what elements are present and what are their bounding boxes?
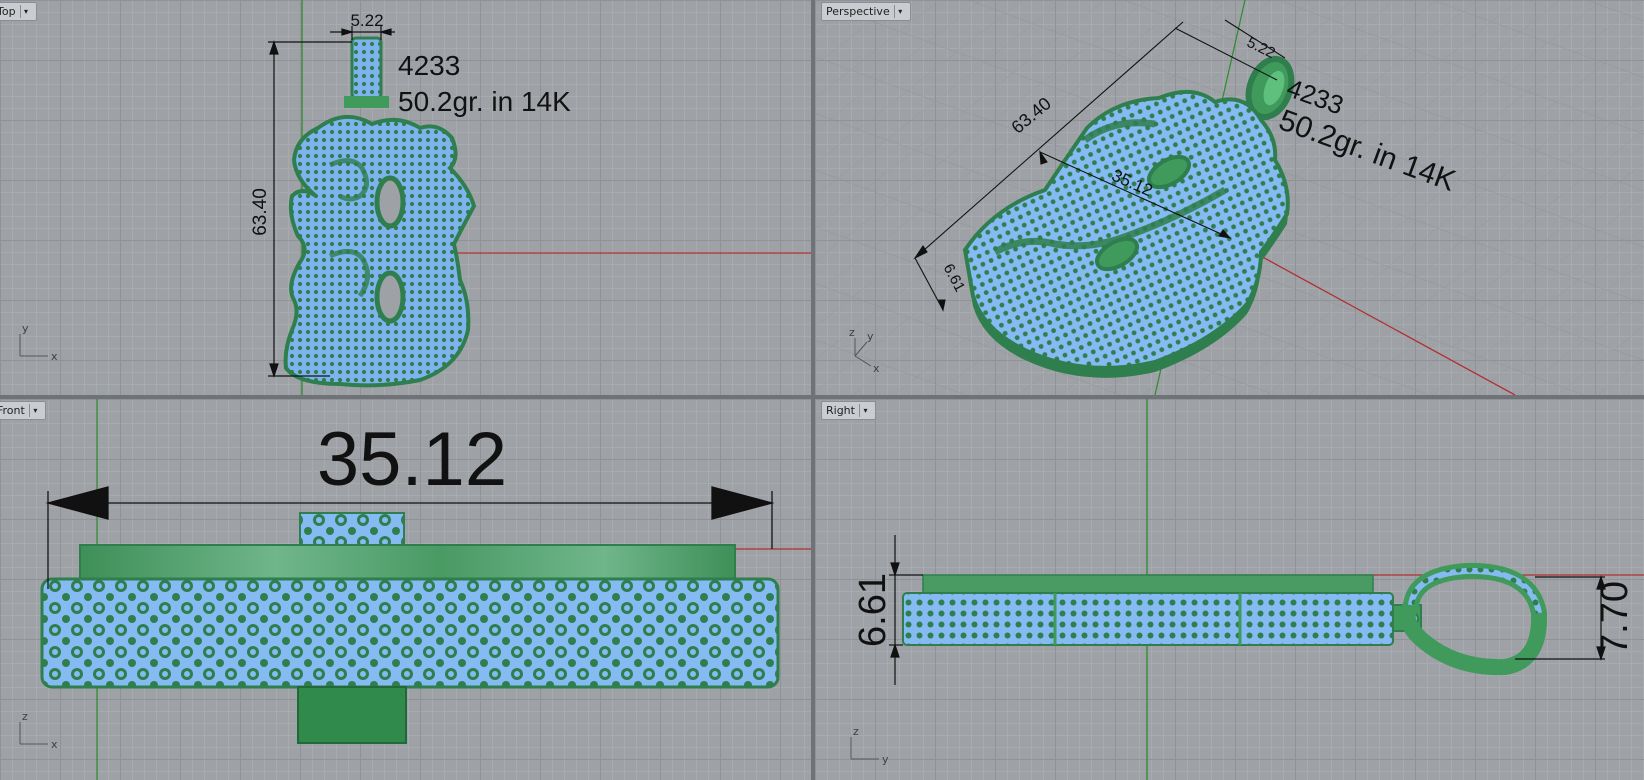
top-axis-label-a: y — [22, 322, 29, 335]
right-dim-bail-height: 7.70 — [1594, 581, 1636, 655]
viewport-tab-label: Front — [0, 404, 25, 417]
top-axis-indicator — [19, 334, 48, 357]
viewport-tab-top[interactable]: Top ▾ — [0, 2, 37, 21]
caret-down-icon[interactable]: ▾ — [893, 5, 906, 18]
top-dim-bail-width: 5.22 — [350, 11, 383, 30]
top-weight-label: 50.2gr. in 14K — [398, 86, 571, 117]
front-view-canvas[interactable]: 35.12 z x — [0, 399, 811, 780]
right-view-canvas[interactable]: 6.61 7.70 z y — [815, 399, 1644, 780]
front-axis-indicator — [19, 722, 48, 745]
top-view-canvas[interactable]: 63.40 5.22 4233 50.2gr. in 14K y x — [0, 0, 811, 395]
viewport-front[interactable]: 35.12 z x Front ▾ — [0, 399, 811, 780]
perspective-view-canvas[interactable]: 63.40 35.12 6.61 5.22 4233 50.2gr. in 14… — [815, 0, 1644, 395]
persp-axis-label-c: x — [873, 362, 880, 375]
top-axis-label-b: x — [51, 350, 58, 363]
bail-connector — [344, 96, 389, 108]
viewport-tab-perspective[interactable]: Perspective ▾ — [821, 2, 911, 21]
viewport-perspective[interactable]: 63.40 35.12 6.61 5.22 4233 50.2gr. in 14… — [815, 0, 1644, 395]
viewport-tab-label: Top — [0, 5, 16, 18]
right-gem-band — [902, 592, 1394, 646]
persp-axis-label-b: y — [867, 330, 874, 343]
caret-down-icon[interactable]: ▾ — [28, 404, 41, 417]
right-axis-label-a: z — [853, 725, 859, 738]
pendant-top-body — [283, 115, 477, 388]
bail-top — [350, 36, 383, 100]
front-gem-band — [40, 577, 780, 689]
viewport-tab-right[interactable]: Right ▾ — [821, 401, 876, 420]
viewport-top[interactable]: 63.40 5.22 4233 50.2gr. in 14K y x Top ▾ — [0, 0, 811, 395]
right-axis-indicator — [850, 737, 879, 760]
viewport-tab-front[interactable]: Front ▾ — [0, 401, 46, 420]
front-axis-label-b: x — [51, 738, 58, 751]
letter-hole-upper — [374, 175, 406, 229]
front-bail-bottom — [297, 686, 407, 744]
caret-down-icon[interactable]: ▾ — [19, 5, 32, 18]
front-bail-top — [299, 512, 405, 548]
top-model-number: 4233 — [398, 50, 460, 81]
top-dim-height: 63.40 — [250, 188, 271, 236]
viewport-tab-label: Perspective — [826, 5, 890, 18]
front-top-plate — [79, 544, 736, 582]
front-dim-width: 35.12 — [317, 417, 507, 502]
right-top-plate — [922, 574, 1374, 594]
right-dim-depth: 6.61 — [852, 573, 894, 647]
persp-axis-label-a: z — [849, 326, 855, 339]
viewport-tab-label: Right — [826, 404, 855, 417]
front-axis-label-a: z — [22, 710, 28, 723]
viewport-right[interactable]: 6.61 7.70 z y Right ▾ — [815, 399, 1644, 780]
right-axis-label-b: y — [882, 753, 889, 766]
letter-hole-lower — [374, 270, 406, 324]
caret-down-icon[interactable]: ▾ — [858, 404, 871, 417]
